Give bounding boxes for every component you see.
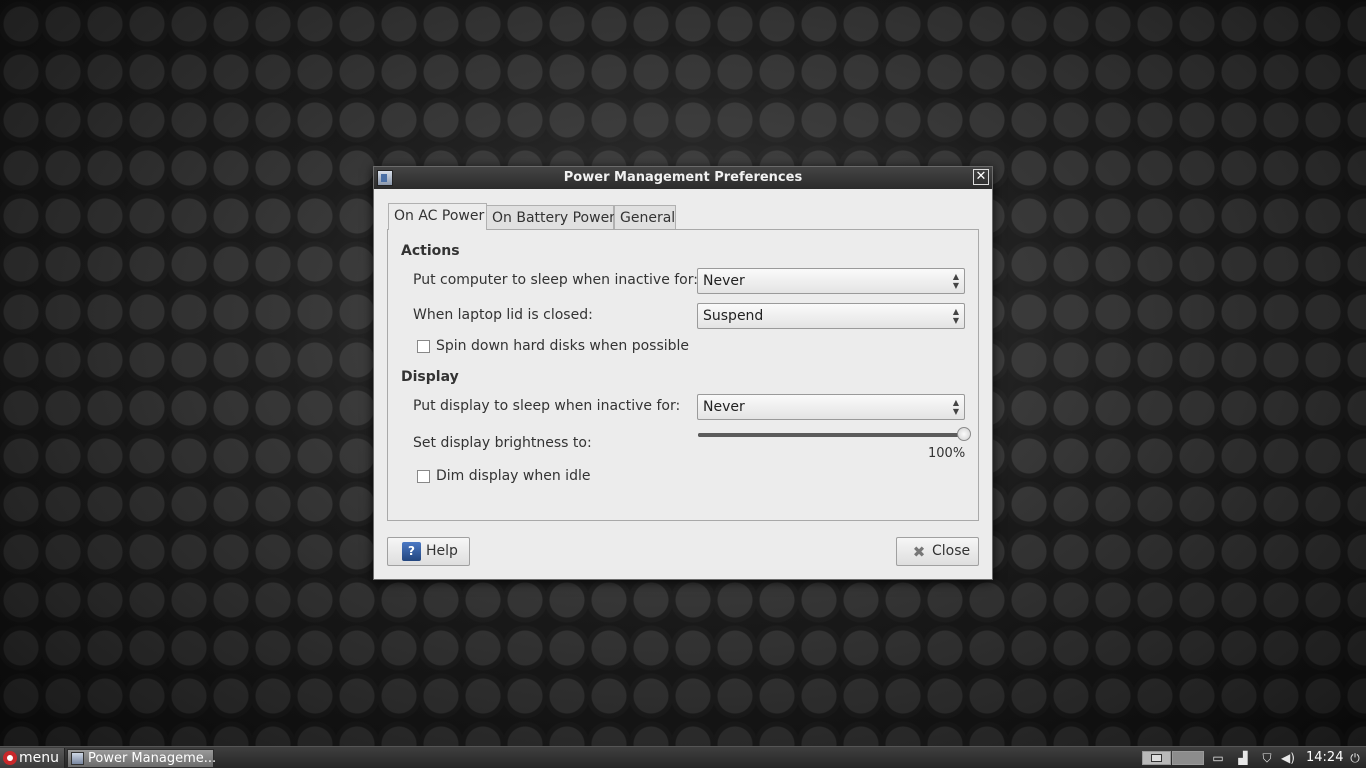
close-x-icon: ✖ [912, 543, 926, 561]
close-button-label: Close [932, 543, 971, 559]
dim-display-option[interactable]: Dim display when idle [417, 468, 590, 486]
close-button[interactable]: ✖ Close [896, 537, 979, 566]
title-bar[interactable]: Power Management Preferences ✕ [374, 167, 992, 189]
dim-display-checkbox[interactable] [417, 469, 430, 483]
help-button-label: Help [426, 543, 458, 559]
sleep-label: Put computer to sleep when inactive for: [413, 272, 698, 288]
power-icon[interactable]: ⏻ [1347, 750, 1363, 766]
brightness-value: 100% [928, 446, 966, 461]
spin-down-checkbox[interactable] [417, 339, 430, 353]
power-prefs-app-icon [377, 170, 393, 186]
display-heading: Display [401, 369, 459, 385]
dim-display-label: Dim display when idle [436, 468, 591, 484]
updown-arrows-icon: ▲ ▼ [952, 307, 959, 325]
brightness-label: Set display brightness to: [413, 435, 592, 451]
taskbar-window-power-management[interactable]: Power Manageme... [67, 749, 217, 768]
spin-down-label: Spin down hard disks when possible [436, 338, 690, 354]
brightness-slider-handle[interactable] [957, 427, 971, 441]
sleep-timeout-select[interactable]: Never ▲ ▼ [697, 268, 965, 294]
taskbar: menu Power Manageme... ▭ ▟ ⛉ ◀) 14:24 ⏻ [0, 746, 1366, 768]
spin-down-option[interactable]: Spin down hard disks when possible [417, 338, 689, 356]
lid-closed-select[interactable]: Suspend ▲ ▼ [697, 303, 965, 329]
window-title: Power Management Preferences [563, 170, 803, 185]
display-sleep-select[interactable]: Never ▲ ▼ [697, 394, 965, 420]
taskbar-window-label: Power Manageme... [88, 751, 217, 766]
actions-heading: Actions [401, 243, 460, 259]
shield-update-icon[interactable]: ⛉ [1259, 750, 1275, 766]
close-icon[interactable]: ✕ [973, 169, 989, 185]
updown-arrows-icon: ▲ ▼ [952, 398, 959, 416]
network-signal-icon[interactable]: ▟ [1235, 750, 1251, 766]
tab-general[interactable]: General [614, 205, 676, 229]
updown-arrows-icon: ▲ ▼ [952, 272, 959, 290]
clock[interactable]: 14:24 [1306, 747, 1343, 768]
mint-logo-icon [3, 751, 17, 765]
battery-icon[interactable]: ▭ [1210, 750, 1226, 766]
volume-icon[interactable]: ◀) [1280, 750, 1296, 766]
display-sleep-label: Put display to sleep when inactive for: [413, 398, 681, 414]
help-button[interactable]: ? Help [387, 537, 470, 566]
tab-panel-on-ac-power: Actions Put computer to sleep when inact… [387, 229, 979, 521]
power-prefs-app-icon [71, 752, 84, 765]
help-question-icon: ? [402, 542, 421, 561]
brightness-slider[interactable] [698, 427, 971, 441]
lid-closed-label: When laptop lid is closed: [413, 307, 593, 323]
power-management-dialog: Power Management Preferences ✕ On AC Pow… [373, 166, 993, 580]
tab-on-battery-power[interactable]: On Battery Power [486, 205, 615, 229]
display-sleep-value: Never [703, 399, 745, 415]
sleep-timeout-value: Never [703, 273, 745, 289]
workspace-1[interactable] [1142, 751, 1171, 765]
brightness-slider-fill [698, 433, 964, 437]
menu-button[interactable]: menu [0, 748, 65, 768]
workspace-2[interactable] [1172, 751, 1204, 765]
lid-closed-value: Suspend [703, 308, 764, 324]
tab-on-ac-power[interactable]: On AC Power [388, 203, 487, 230]
menu-label: menu [19, 750, 59, 766]
